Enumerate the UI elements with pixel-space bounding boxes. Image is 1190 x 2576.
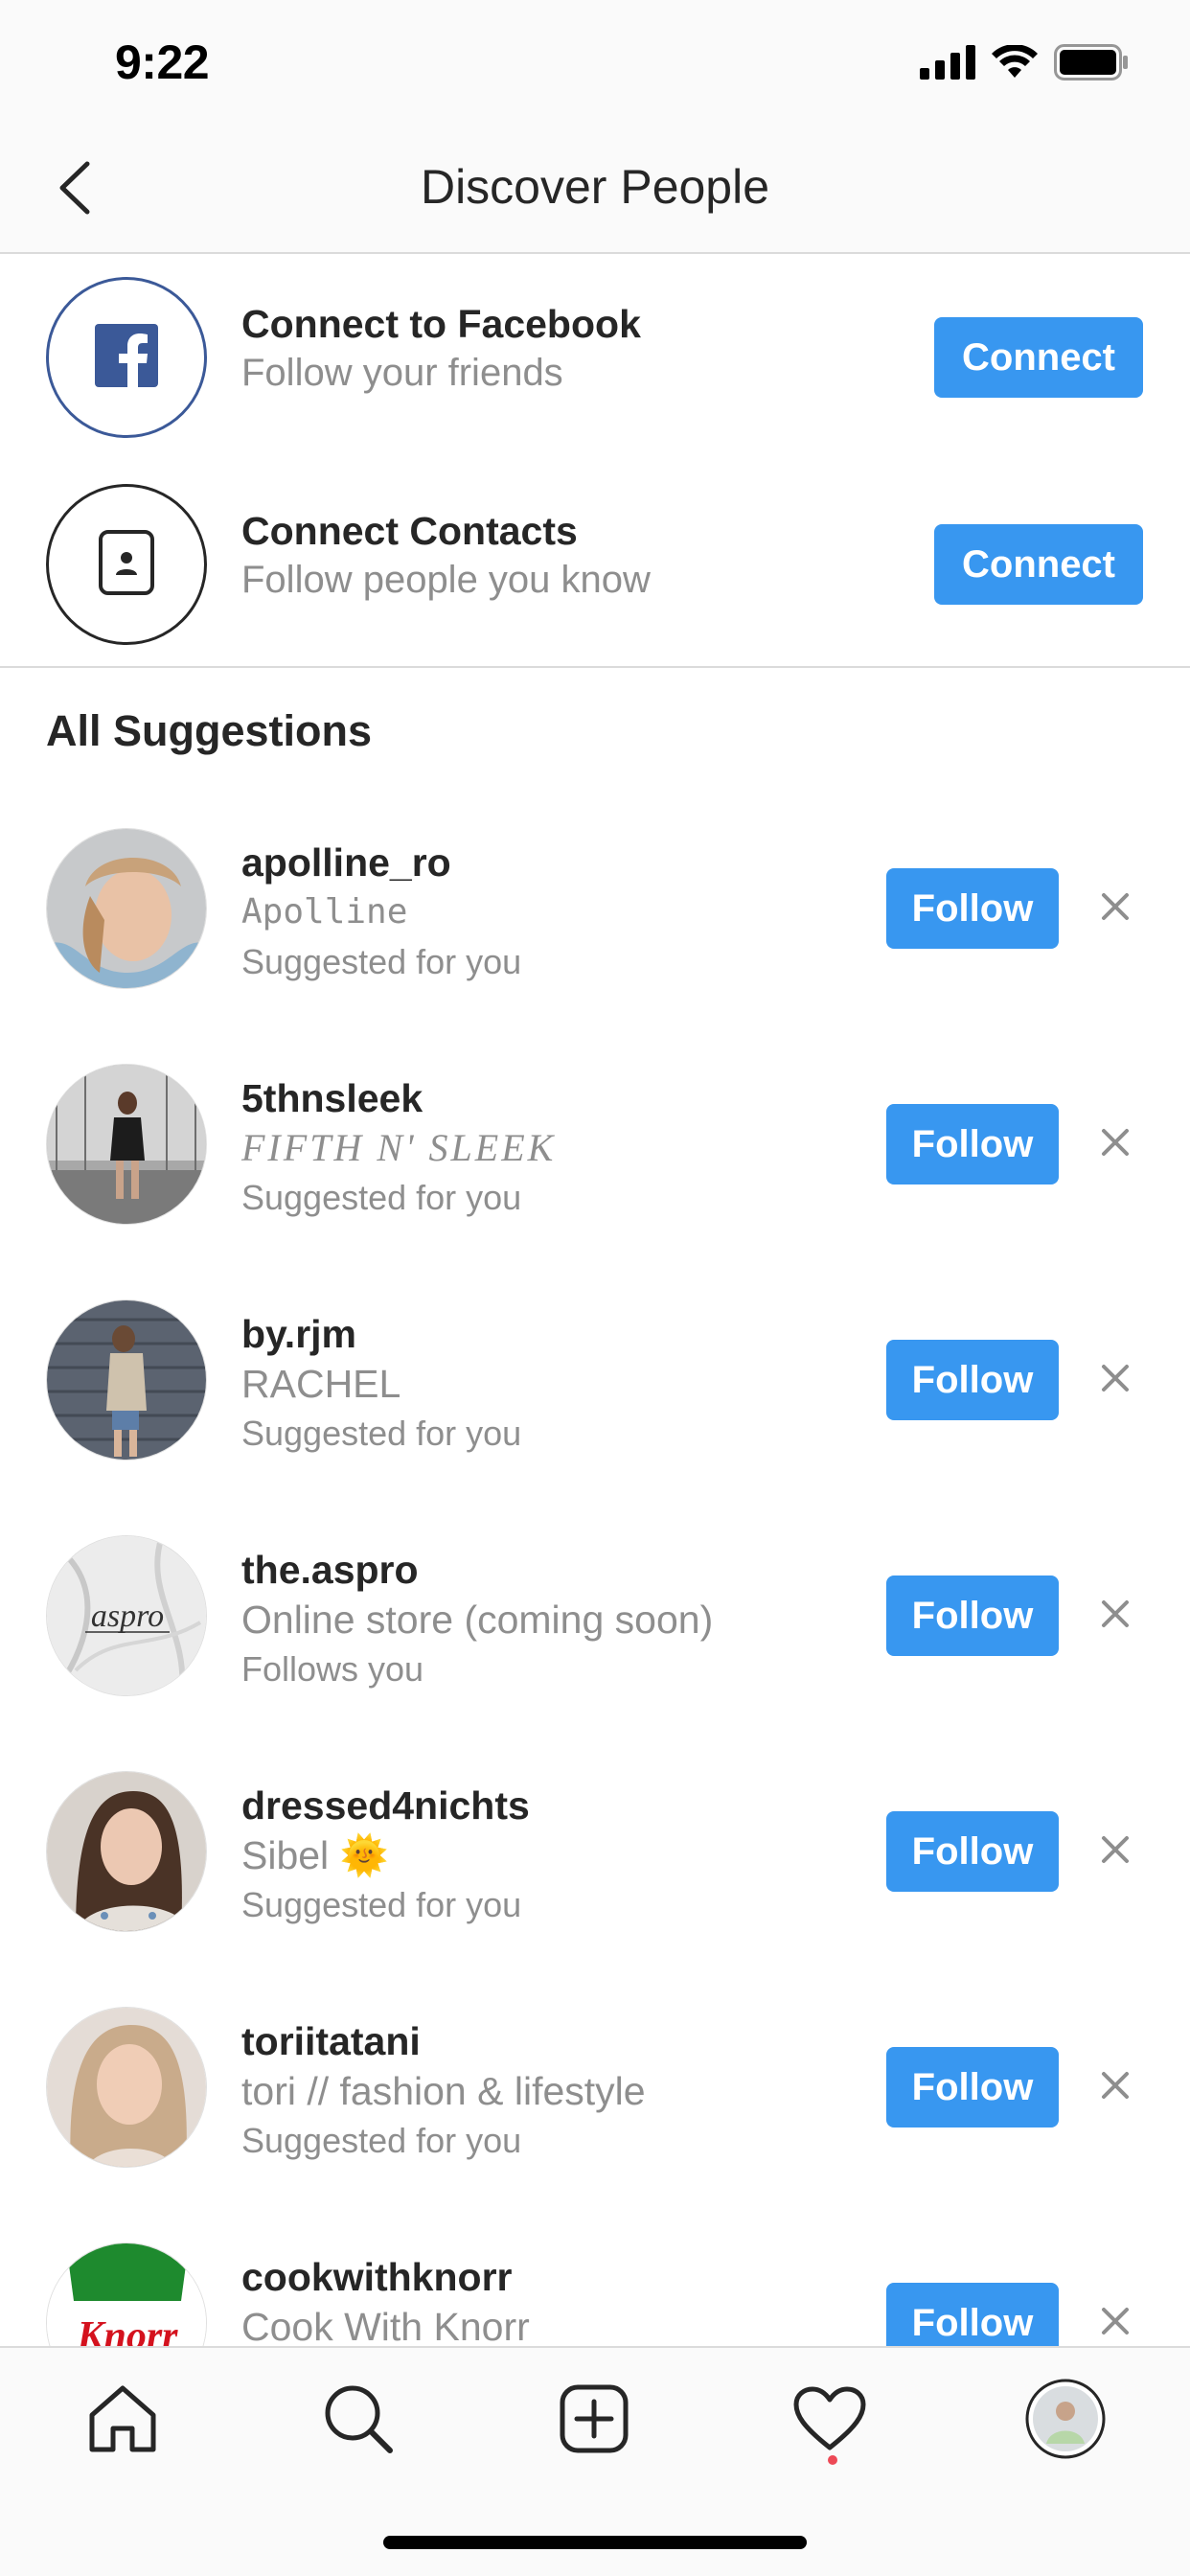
navigation-bar: Discover People — [0, 126, 1190, 254]
suggestion-text: 5thnsleek FIFTH N' SLEEK Suggested for y… — [241, 1073, 556, 1223]
suggestion-text: toriitatani tori // fashion & lifestyle … — [241, 2016, 646, 2166]
tab-home[interactable] — [84, 2382, 161, 2459]
battery-icon — [1054, 44, 1129, 85]
suggestion-row: by.rjm RACHEL Suggested for you Follow — [0, 1300, 1190, 1535]
wifi-icon — [991, 44, 1039, 84]
suggestion-row: toriitatani tori // fashion & lifestyle … — [0, 2007, 1190, 2242]
follow-button[interactable]: Follow — [886, 1811, 1059, 1892]
connect-facebook-title: Connect to Facebook — [241, 302, 641, 346]
suggestion-full-name: Sibel 🌞 — [241, 1833, 389, 1877]
dismiss-suggestion-button[interactable] — [1094, 2066, 1136, 2108]
facebook-icon — [95, 323, 158, 392]
status-time: 9:22 — [115, 35, 210, 89]
suggestion-text: cookwithknorr Cook With Knorr — [241, 2252, 530, 2352]
avatar[interactable] — [46, 1771, 207, 1932]
follow-button[interactable]: Follow — [886, 1340, 1059, 1420]
activity-notification-dot — [828, 2455, 837, 2465]
tab-new-post[interactable] — [556, 2382, 632, 2459]
avatar[interactable] — [46, 1064, 207, 1225]
close-icon — [1101, 1364, 1130, 1397]
connect-contacts-title: Connect Contacts — [241, 509, 578, 553]
dismiss-suggestion-button[interactable] — [1094, 1123, 1136, 1165]
suggestion-username[interactable]: cookwithknorr — [241, 2252, 530, 2302]
suggestion-full-name: Apolline — [241, 892, 408, 932]
close-icon — [1101, 1835, 1130, 1869]
suggestions-heading: All Suggestions — [46, 706, 373, 755]
status-icons — [920, 44, 1129, 85]
suggestion-row: apolline_ro Apolline Suggested for you F… — [0, 828, 1190, 1064]
suggestion-reason: Suggested for you — [241, 1178, 522, 1217]
suggestion-full-name: Cook With Knorr — [241, 2305, 530, 2349]
suggestion-username[interactable]: by.rjm — [241, 1309, 521, 1359]
home-icon — [87, 2384, 158, 2458]
suggestion-row: dressed4nichts Sibel 🌞 Suggested for you… — [0, 1771, 1190, 2007]
close-icon — [1101, 2071, 1130, 2104]
suggestion-text: dressed4nichts Sibel 🌞 Suggested for you — [241, 1781, 530, 1930]
suggestion-row: aspro the.aspro Online store (coming soo… — [0, 1535, 1190, 1771]
connect-facebook-button[interactable]: Connect — [934, 317, 1143, 398]
follow-button[interactable]: Follow — [886, 1104, 1059, 1184]
close-icon — [1101, 1128, 1130, 1162]
discover-people-screen: 9:22 Discover People Connect to Facebook… — [0, 0, 1190, 2576]
section-divider — [0, 666, 1190, 668]
search-icon — [323, 2383, 394, 2459]
connect-contacts-button[interactable]: Connect — [934, 524, 1143, 605]
contacts-icon — [98, 529, 155, 601]
dismiss-suggestion-button[interactable] — [1094, 1359, 1136, 1401]
suggestion-reason: Follows you — [241, 1649, 424, 1689]
connect-contacts-text: Connect Contacts Follow people you know — [241, 507, 651, 605]
dismiss-suggestion-button[interactable] — [1094, 1595, 1136, 1637]
connect-contacts-subtitle: Follow people you know — [241, 559, 651, 601]
suggestion-full-name: RACHEL — [241, 1362, 401, 1406]
avatar[interactable] — [46, 828, 207, 989]
connect-facebook-text: Connect to Facebook Follow your friends — [241, 300, 641, 398]
aspro-logo-text: aspro — [91, 1598, 164, 1634]
suggestion-full-name: tori // fashion & lifestyle — [241, 2069, 646, 2113]
suggestion-row: 5thnsleek FIFTH N' SLEEK Suggested for y… — [0, 1064, 1190, 1300]
avatar[interactable] — [46, 1300, 207, 1460]
suggestion-full-name: Online store (coming soon) — [241, 1598, 714, 1642]
follow-button[interactable]: Follow — [886, 2047, 1059, 2128]
profile-avatar — [1025, 2379, 1106, 2464]
close-icon — [1101, 1599, 1130, 1633]
suggestion-text: apolline_ro Apolline Suggested for you — [241, 838, 521, 987]
close-icon — [1101, 2307, 1130, 2340]
dismiss-suggestion-button[interactable] — [1094, 2302, 1136, 2344]
follow-button[interactable]: Follow — [886, 868, 1059, 949]
suggestion-text: the.aspro Online store (coming soon) Fol… — [241, 1545, 713, 1694]
tab-search[interactable] — [320, 2382, 397, 2459]
connect-contacts-row: Connect Contacts Follow people you know … — [0, 461, 1190, 668]
page-title: Discover People — [420, 160, 770, 214]
suggestion-full-name: FIFTH N' SLEEK — [241, 1126, 557, 1169]
cellular-signal-icon — [920, 45, 975, 84]
tab-activity[interactable] — [791, 2382, 868, 2459]
home-indicator — [383, 2536, 807, 2549]
follow-button[interactable]: Follow — [886, 1576, 1059, 1656]
dismiss-suggestion-button[interactable] — [1094, 887, 1136, 930]
connect-facebook-row: Connect to Facebook Follow your friends … — [0, 254, 1190, 461]
avatar[interactable]: aspro — [46, 1535, 207, 1696]
suggestion-username[interactable]: dressed4nichts — [241, 1781, 530, 1830]
suggestion-reason: Suggested for you — [241, 942, 522, 981]
avatar[interactable] — [46, 2007, 207, 2168]
suggestion-username[interactable]: apolline_ro — [241, 838, 521, 887]
suggestion-username[interactable]: 5thnsleek — [241, 1073, 556, 1123]
suggestion-reason: Suggested for you — [241, 1414, 522, 1453]
suggestion-username[interactable]: the.aspro — [241, 1545, 713, 1595]
suggestion-reason: Suggested for you — [241, 1885, 522, 1924]
facebook-circle — [46, 277, 207, 438]
suggestion-text: by.rjm RACHEL Suggested for you — [241, 1309, 521, 1459]
status-bar: 9:22 — [0, 0, 1190, 126]
activity-heart-icon — [793, 2386, 866, 2456]
connect-facebook-subtitle: Follow your friends — [241, 352, 563, 394]
new-post-icon — [560, 2384, 629, 2458]
dismiss-suggestion-button[interactable] — [1094, 1830, 1136, 1873]
suggestion-reason: Suggested for you — [241, 2121, 522, 2160]
tab-profile[interactable] — [1025, 2379, 1106, 2459]
suggestion-username[interactable]: toriitatani — [241, 2016, 646, 2066]
close-icon — [1101, 892, 1130, 926]
contacts-circle — [46, 484, 207, 645]
